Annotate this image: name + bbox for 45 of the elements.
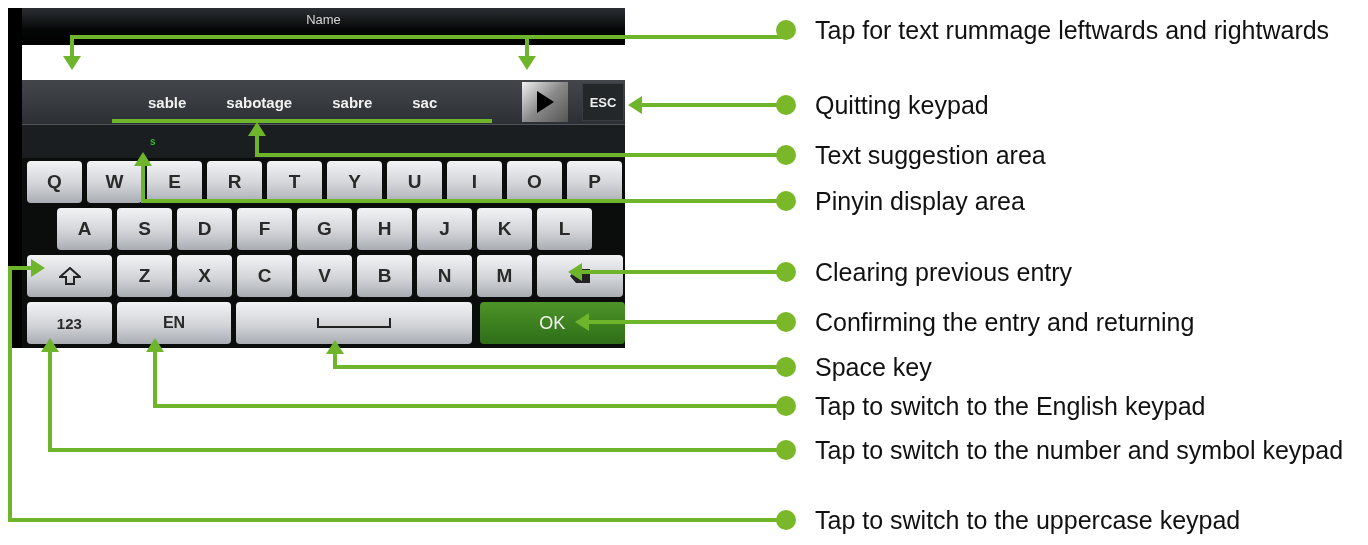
ok-button[interactable]: OK [479,302,625,344]
callout-label: Tap to switch to the number and symbol keypad [815,435,1345,466]
callout-label: Pinyin display area [815,186,1026,217]
callout-label: Tap to switch to the English keypad [815,391,1207,422]
suggestion-word[interactable]: sable [148,93,187,111]
esc-button[interactable]: ESC [582,83,624,121]
suggestion-word[interactable]: sabotage [226,93,293,111]
callout-label: Confirming the entry and returning [815,307,1196,338]
next-button[interactable] [522,82,568,122]
pinyin-text: s [150,136,156,147]
callout-label: Tap for text rummage leftwards and rightwards [815,15,1331,46]
letter-key[interactable]: K [477,208,532,250]
mode-key[interactable]: EN [116,302,232,344]
callout-label: Tap to switch to the uppercase keypad [815,505,1242,536]
backspace-key[interactable] [537,255,623,297]
suggestion-word[interactable]: sac [412,93,438,111]
letter-key[interactable]: G [297,208,352,250]
letter-key[interactable]: M [477,255,532,297]
letter-key[interactable]: Q [27,161,82,203]
letter-key[interactable]: D [177,208,232,250]
letter-key[interactable]: N [417,255,472,297]
callout-label: Clearing previous entry [815,257,1074,288]
callout-label: Quitting keypad [815,90,990,121]
letter-key[interactable]: A [57,208,112,250]
space-icon [316,317,391,329]
letter-key[interactable]: L [537,208,592,250]
letter-key[interactable]: H [357,208,412,250]
input-field[interactable] [22,45,625,80]
mode-key[interactable]: 123 [27,302,112,344]
window-title: Name [306,12,341,27]
shift-icon [58,267,81,285]
suggestion-word[interactable]: sabre [332,93,373,111]
letter-key[interactable]: V [297,255,352,297]
letter-key[interactable]: X [177,255,232,297]
callout-label: Text suggestion area [815,140,1047,171]
play-icon [535,90,555,114]
letter-key[interactable]: Z [117,255,172,297]
letter-key[interactable]: S [117,208,172,250]
letter-key[interactable]: J [417,208,472,250]
letter-key[interactable]: C [237,255,292,297]
letter-key[interactable]: B [357,255,412,297]
callout-label: Space key [815,352,933,383]
letter-key[interactable]: W [87,161,142,203]
letter-key[interactable]: F [237,208,292,250]
shift-key[interactable] [27,255,112,297]
